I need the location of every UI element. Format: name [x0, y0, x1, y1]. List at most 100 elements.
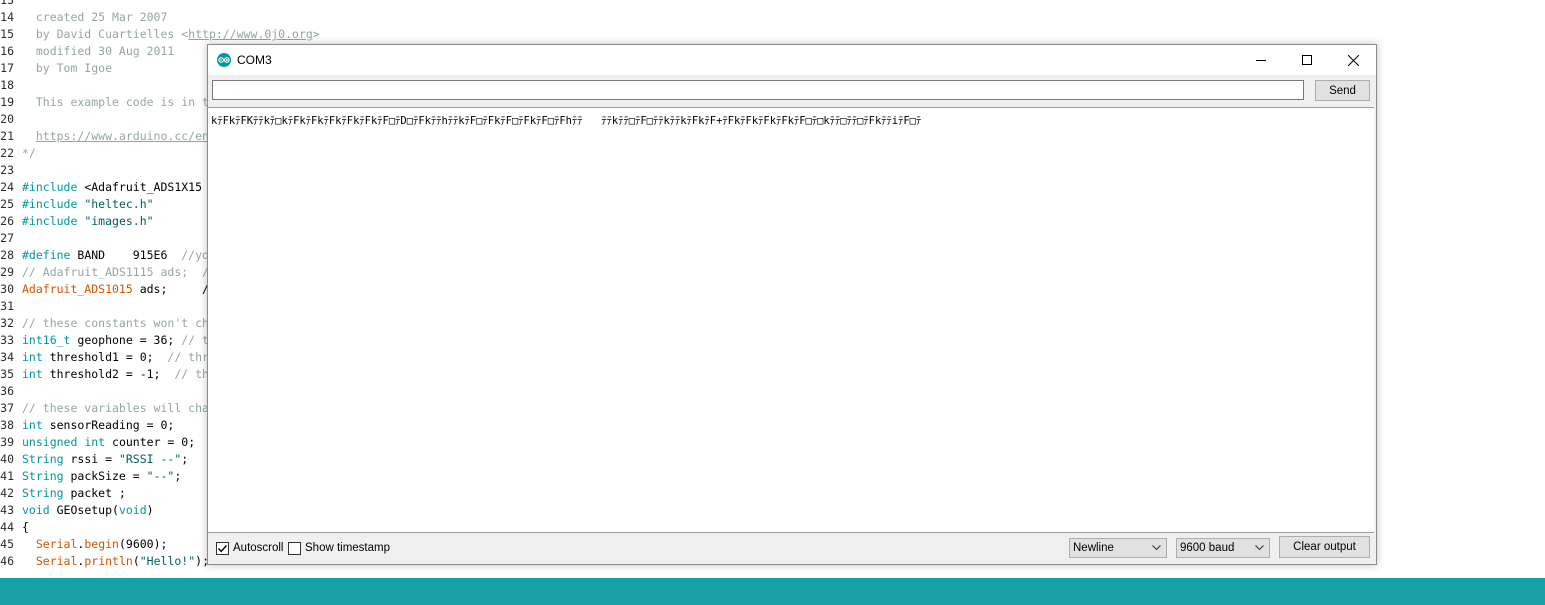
code-line[interactable]: 28 #define BAND 915E6 //yo [0, 247, 209, 264]
chevron-down-icon [1152, 545, 1161, 551]
line-number: 23 [0, 163, 14, 177]
line-number: 26 [0, 214, 14, 228]
minimize-button[interactable] [1238, 45, 1284, 75]
serial-input[interactable] [212, 80, 1304, 100]
line-number: 36 [0, 384, 14, 398]
code-line[interactable]: 25 #include "heltec.h" [0, 196, 154, 213]
serial-output-area[interactable]: kﾃFkﾃFKﾃﾃkﾃ□kﾃFkﾃFkﾃFkﾃFkﾃFkﾃF□ﾃD□ﾃFkﾃﾃh… [208, 107, 1374, 533]
code-token: "images.h" [84, 214, 154, 228]
maximize-icon [1302, 55, 1312, 65]
baud-rate-select[interactable]: 9600 baud [1176, 538, 1270, 558]
line-number: 30 [0, 282, 14, 296]
window-title: COM3 [237, 53, 272, 67]
code-token: // these variables will cha [22, 401, 209, 415]
minimize-icon [1256, 60, 1266, 61]
code-token: "--" [146, 469, 175, 483]
code-line[interactable]: 14 created 25 Mar 2007 [0, 9, 167, 26]
line-ending-select[interactable]: Newline [1069, 538, 1167, 558]
code-line[interactable]: 44 { [0, 519, 29, 536]
code-line[interactable]: 16 modified 30 Aug 2011 [0, 43, 174, 60]
line-number: 17 [0, 61, 14, 75]
send-button[interactable]: Send [1315, 80, 1370, 101]
code-line[interactable]: 46 Serial.println("Hello!"); [0, 553, 209, 570]
code-line[interactable]: 13 [0, 0, 22, 9]
autoscroll-checkbox[interactable]: Autoscroll [216, 540, 284, 556]
line-number: 29 [0, 265, 14, 279]
code-token: // thr [167, 350, 209, 364]
code-token: //yo [181, 248, 209, 262]
code-token: void [22, 503, 50, 517]
show-timestamp-checkbox[interactable]: Show timestamp [288, 540, 390, 556]
code-line[interactable]: 34 int threshold1 = 0; // thr [0, 349, 209, 366]
code-token: // Adafruit_ADS1115 ads; / [22, 265, 209, 279]
code-token: modified 30 Aug 2011 [22, 44, 175, 58]
code-token: GEOsetup( [49, 503, 119, 517]
code-line[interactable]: 45 Serial.begin(9600); [0, 536, 167, 553]
code-token: created 25 Mar 2007 [22, 10, 168, 24]
show-timestamp-label: Show timestamp [305, 542, 391, 554]
close-icon [1347, 54, 1359, 66]
code-token: threshold2 = -1; [42, 367, 175, 381]
line-number: 40 [0, 452, 14, 466]
code-line[interactable]: 24 #include <Adafruit_ADS1X15 [0, 179, 202, 196]
code-line[interactable]: 29 // Adafruit_ADS1115 ads; / [0, 264, 209, 281]
code-line[interactable]: 26 #include "images.h" [0, 213, 154, 230]
code-token: <Adafruit_ADS1X15 [77, 180, 203, 194]
line-number: 42 [0, 486, 14, 500]
line-ending-value: Newline [1073, 542, 1114, 554]
code-line[interactable]: 41 String packSize = "--"; [0, 468, 181, 485]
line-number: 27 [0, 231, 14, 245]
code-token: by Tom Igoe [22, 61, 113, 75]
title-bar[interactable]: COM3 [208, 45, 1376, 75]
code-line[interactable]: 18 [0, 77, 22, 94]
code-token: void [118, 503, 147, 517]
code-token: #include [22, 214, 78, 228]
line-number: 33 [0, 333, 14, 347]
code-token: rssi = [63, 452, 119, 466]
code-token: BAND 915E6 [70, 248, 182, 262]
code-line[interactable]: 37 // these variables will cha [0, 400, 209, 417]
code-token: ads; / [132, 282, 209, 296]
line-number: 31 [0, 299, 14, 313]
code-token: counter = 0; [105, 435, 196, 449]
maximize-button[interactable] [1284, 45, 1330, 75]
code-line[interactable]: 32 // these constants won't ch [0, 315, 209, 332]
code-line[interactable]: 39 unsigned int counter = 0; [0, 434, 195, 451]
code-line[interactable]: 43 void GEOsetup(void) [0, 502, 154, 519]
baud-rate-value: 9600 baud [1180, 542, 1235, 554]
close-button[interactable] [1330, 45, 1376, 75]
code-token: (9600); [118, 537, 168, 551]
line-number: 18 [0, 78, 14, 92]
code-line[interactable]: 31 [0, 298, 22, 315]
line-number: 16 [0, 44, 14, 58]
autoscroll-check-box[interactable] [216, 541, 229, 555]
code-line[interactable]: 17 by Tom Igoe [0, 60, 112, 77]
code-line[interactable]: 23 [0, 162, 22, 179]
code-line[interactable]: 22 */ [0, 145, 36, 162]
code-token: "heltec.h" [84, 197, 154, 211]
code-line[interactable]: 38 int sensorReading = 0; [0, 417, 174, 434]
code-line[interactable]: 27 [0, 230, 22, 247]
clear-output-button[interactable]: Clear output [1279, 536, 1370, 558]
code-line[interactable]: 15 by David Cuartielles <http://www.0j0.… [0, 26, 320, 43]
code-line[interactable]: 19 This example code is in t [0, 94, 209, 111]
line-number: 24 [0, 180, 14, 194]
code-token: #include [22, 197, 78, 211]
code-token: ) [146, 503, 154, 517]
code-line[interactable]: 30 Adafruit_ADS1015 ads; / [0, 281, 209, 298]
line-number: 35 [0, 367, 14, 381]
code-token: String [22, 452, 64, 466]
show-timestamp-check-box[interactable] [288, 541, 301, 555]
code-line[interactable]: 35 int threshold2 = -1; // th [0, 366, 209, 383]
code-token: // these constants won't ch [22, 316, 209, 330]
code-line[interactable]: 33 int16_t geophone = 36; // t [0, 332, 209, 349]
code-token: ( [132, 554, 140, 568]
code-line[interactable]: 20 [0, 111, 22, 128]
line-number: 38 [0, 418, 14, 432]
code-line[interactable]: 36 [0, 383, 22, 400]
code-line[interactable]: 42 String packet ; [0, 485, 126, 502]
line-number: 46 [0, 554, 14, 568]
code-line[interactable]: 40 String rssi = "RSSI --"; [0, 451, 188, 468]
code-line[interactable]: 21 https://www.arduino.cc/en [0, 128, 209, 145]
